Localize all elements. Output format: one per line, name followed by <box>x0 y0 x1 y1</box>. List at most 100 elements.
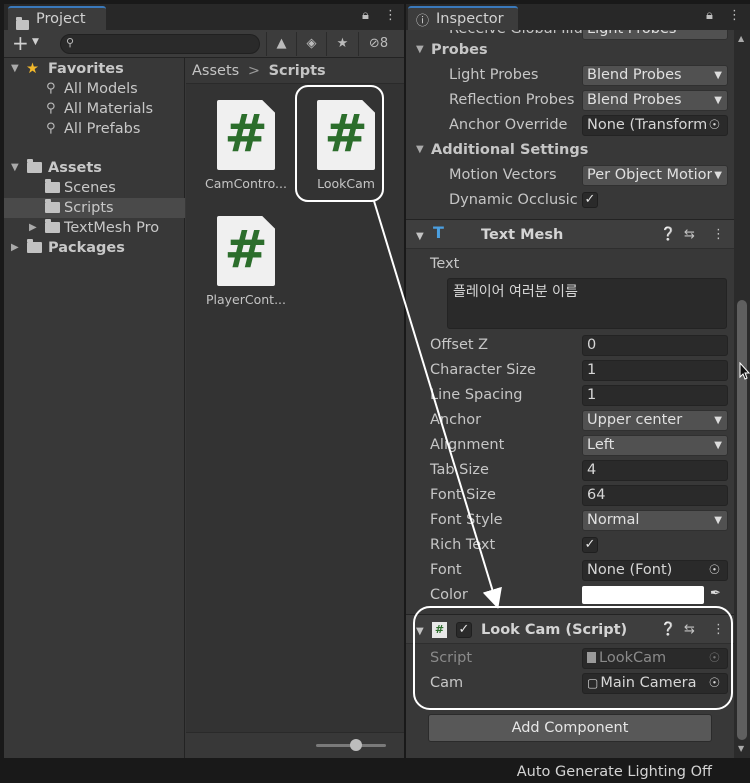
asset-camcontroller[interactable]: # CamContro... <box>200 100 292 191</box>
tab-inspector[interactable]: ⓘ Inspector <box>408 6 518 30</box>
presets-icon[interactable]: ⇆ <box>684 227 695 243</box>
kebab-menu-icon[interactable]: ⋮ <box>712 227 725 243</box>
presets-icon[interactable]: ⇆ <box>684 622 695 638</box>
status-text[interactable]: Auto Generate Lighting Off <box>517 764 712 780</box>
field-value: 1 <box>587 362 597 378</box>
help-icon[interactable]: ❔ <box>660 622 676 638</box>
light-probes-label: Light Probes <box>449 67 539 83</box>
font-style-dropdown[interactable]: Normal ▼ <box>582 510 728 531</box>
color-swatch[interactable] <box>582 586 704 604</box>
chevron-down-icon: ▼ <box>712 66 722 85</box>
text-mesh-icon: T <box>433 223 444 242</box>
line-spacing-field[interactable]: 1 <box>582 385 728 406</box>
tree-label: Favorites <box>48 61 124 77</box>
object-picker-icon[interactable]: ☉ <box>706 562 723 579</box>
chevron-down-icon: ▼ <box>712 411 722 430</box>
tree-item-all-prefabs[interactable]: ⚲ All Prefabs <box>4 119 185 139</box>
font-size-field[interactable]: 64 <box>582 485 728 506</box>
favorites-star-icon[interactable]: ★ <box>326 32 358 56</box>
add-component-button[interactable]: Add Component <box>428 714 712 742</box>
expand-arrow-icon[interactable]: ▶ <box>29 218 37 238</box>
scroll-down-icon[interactable]: ▼ <box>738 744 744 753</box>
foldout-arrow-icon[interactable]: ▼ <box>416 624 424 640</box>
expand-arrow-icon[interactable]: ▼ <box>11 59 19 79</box>
probes-foldout-arrow-icon[interactable]: ▼ <box>416 39 424 61</box>
project-tab-bar: Project 🔒︎ ⋮ <box>4 4 404 30</box>
text-label: Text <box>430 256 460 272</box>
font-field[interactable]: None (Font) ☉ <box>582 560 728 581</box>
breadcrumb-current[interactable]: Scripts <box>269 63 326 79</box>
kebab-menu-icon[interactable]: ⋮ <box>384 9 397 23</box>
tree-item-assets[interactable]: ▼ Assets <box>4 158 185 178</box>
kebab-menu-icon[interactable]: ⋮ <box>728 9 741 23</box>
component-enabled-checkbox[interactable]: ✓ <box>456 622 472 638</box>
tab-size-label: Tab Size <box>430 462 489 478</box>
look-cam-component-header[interactable]: ▼ # ✓ Look Cam (Script) ❔ ⇆ ⋮ <box>406 614 734 644</box>
motion-vectors-dropdown[interactable]: Per Object Motion ▼ <box>582 165 728 186</box>
tree-item-packages[interactable]: ▶ Packages <box>4 238 185 258</box>
chevron-down-icon[interactable]: ▼ <box>32 37 39 47</box>
rich-text-checkbox[interactable]: ✓ <box>582 537 598 553</box>
additional-settings-foldout-arrow-icon[interactable]: ▼ <box>416 139 424 161</box>
csharp-script-icon: # <box>217 100 275 170</box>
tab-project-label: Project <box>36 11 86 27</box>
asset-playercontroller[interactable]: # PlayerCont... <box>200 216 292 307</box>
anchor-override-field[interactable]: None (Transform ☉ <box>582 115 728 136</box>
tree-label: Scripts <box>64 200 114 216</box>
project-window: Project 🔒︎ ⋮ + ▼ ⚲ ▲ ◈ ★ ⊘8 ▼ ★ Favorite… <box>4 4 404 758</box>
expand-arrow-icon[interactable]: ▼ <box>11 158 19 178</box>
asset-lookcam[interactable]: # LookCam <box>300 100 392 191</box>
filter-by-type-icon[interactable]: ▲ <box>266 32 296 56</box>
scroll-up-icon[interactable]: ▲ <box>738 34 744 43</box>
search-input[interactable]: ⚲ <box>60 34 260 54</box>
eyedropper-icon[interactable]: ✒ <box>710 586 721 601</box>
text-input-area[interactable]: 플레이어 여러분 이름 <box>447 278 727 329</box>
tab-size-field[interactable]: 4 <box>582 460 728 481</box>
expand-arrow-icon[interactable]: ▶ <box>11 238 19 258</box>
character-size-field[interactable]: 1 <box>582 360 728 381</box>
light-probes-dropdown[interactable]: Blend Probes ▼ <box>582 65 728 86</box>
tab-project[interactable]: Project <box>8 6 106 30</box>
foldout-arrow-icon[interactable]: ▼ <box>416 229 424 245</box>
hidden-packages-toggle[interactable]: ⊘8 <box>358 32 398 56</box>
lock-icon[interactable]: 🔒︎ <box>362 9 369 23</box>
lock-icon[interactable]: 🔒︎ <box>706 9 713 23</box>
offset-z-field[interactable]: 0 <box>582 335 728 356</box>
alignment-dropdown[interactable]: Left ▼ <box>582 435 728 456</box>
anchor-label: Anchor <box>430 412 482 428</box>
project-toolbar: + ▼ ⚲ ▲ ◈ ★ ⊘8 <box>4 30 404 58</box>
text-mesh-component-header[interactable]: ▼ T Text Mesh ❔ ⇆ ⋮ <box>406 219 734 249</box>
asset-grid: Assets > Scripts # CamContro... # LookCa… <box>186 58 404 758</box>
filter-by-label-icon[interactable]: ◈ <box>296 32 326 56</box>
tree-label: TextMesh Pro <box>64 220 160 236</box>
object-picker-icon[interactable]: ☉ <box>706 117 723 134</box>
breadcrumb-root[interactable]: Assets <box>192 63 239 79</box>
font-style-label: Font Style <box>430 512 503 528</box>
tree-item-textmesh-pro[interactable]: ▶ TextMesh Pro <box>4 218 185 238</box>
folder-icon <box>45 218 60 238</box>
tree-item-all-materials[interactable]: ⚲ All Materials <box>4 99 185 119</box>
tree-item-scenes[interactable]: Scenes <box>4 178 185 198</box>
additional-settings-header[interactable]: Additional Settings <box>431 139 588 161</box>
reflection-probes-dropdown[interactable]: Blend Probes ▼ <box>582 90 728 111</box>
object-picker-icon[interactable]: ☉ <box>706 675 723 692</box>
inspector-scrollbar[interactable]: ▲ ▼ <box>734 30 750 758</box>
anchor-dropdown[interactable]: Upper center ▼ <box>582 410 728 431</box>
dynamic-occlusion-checkbox[interactable]: ✓ <box>582 192 598 208</box>
tree-item-favorites[interactable]: ▼ ★ Favorites <box>4 59 185 79</box>
tree-item-all-models[interactable]: ⚲ All Models <box>4 79 185 99</box>
hidden-count: 8 <box>379 36 389 51</box>
kebab-menu-icon[interactable]: ⋮ <box>712 622 725 638</box>
tree-item-scripts[interactable]: Scripts <box>4 198 185 218</box>
receive-gi-dropdown[interactable]: Light Probes <box>582 30 728 40</box>
probes-header[interactable]: Probes <box>431 39 488 61</box>
asset-label: LookCam <box>317 176 375 191</box>
create-plus-icon[interactable]: + <box>12 32 29 54</box>
chevron-down-icon: ▼ <box>712 511 722 530</box>
tree-label: All Prefabs <box>64 121 141 137</box>
help-icon[interactable]: ❔ <box>660 227 676 243</box>
star-icon: ★ <box>26 61 39 77</box>
cam-field[interactable]: ▢ Main Camera ☉ <box>582 673 728 694</box>
icon-size-slider-handle[interactable] <box>350 739 362 751</box>
script-label: Script <box>430 650 473 666</box>
